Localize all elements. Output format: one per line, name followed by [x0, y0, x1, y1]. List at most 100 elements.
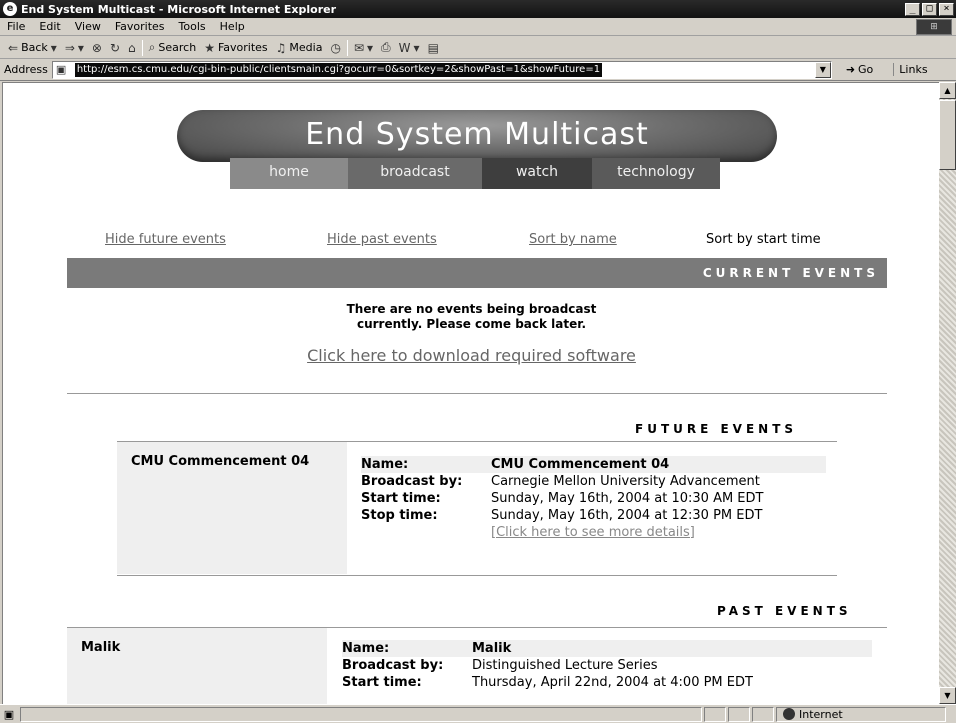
forward-button[interactable]: ⇒ ▾ [61, 41, 88, 55]
globe-icon [783, 708, 795, 720]
status-text-cell [20, 706, 702, 722]
back-label: Back [21, 41, 48, 54]
discuss-button[interactable]: ▤ [424, 41, 443, 55]
address-input[interactable]: ▣ http://esm.cs.cmu.edu/cgi-bin-public/c… [51, 60, 832, 79]
menu-view[interactable]: View [68, 20, 108, 33]
download-software-link: Click here to download required software [3, 346, 939, 365]
event-title: Malik [67, 628, 327, 704]
status-cell [752, 706, 774, 722]
media-button[interactable]: ♫ Media [272, 41, 327, 55]
event-more-row: [Click here to see more details] [361, 524, 826, 541]
stop-button[interactable]: ⊗ [88, 41, 106, 55]
scroll-up-button[interactable]: ▲ [939, 82, 956, 99]
go-label: Go [858, 63, 874, 76]
hide-future-link[interactable]: Hide future events [105, 232, 226, 247]
event-name-row: Name: CMU Commencement 04 [361, 456, 826, 473]
status-cell [728, 706, 750, 722]
dropdown-arrow-icon: ▾ [77, 40, 84, 55]
menu-favorites[interactable]: Favorites [108, 20, 172, 33]
event-name-row: Name: Malik [342, 640, 872, 657]
nav-home[interactable]: home [230, 158, 348, 189]
refresh-icon: ↻ [109, 40, 121, 55]
menu-tools[interactable]: Tools [172, 20, 213, 33]
event-stop-time: Sunday, May 16th, 2004 at 12:30 PM EDT [491, 508, 763, 523]
broadcast-by-label: Broadcast by: [361, 474, 463, 489]
close-button[interactable]: × [939, 2, 954, 16]
links-button[interactable]: Links [893, 63, 928, 76]
maximize-button[interactable]: □ [922, 2, 937, 16]
print-icon: ⎙ [381, 40, 391, 54]
event-start-time: Sunday, May 16th, 2004 at 10:30 AM EDT [491, 491, 764, 506]
event-title: CMU Commencement 04 [117, 442, 347, 574]
address-bar: Address ▣ http://esm.cs.cmu.edu/cgi-bin-… [0, 59, 956, 81]
edit-word-button[interactable]: W ▾ [395, 41, 424, 55]
address-label: Address [4, 63, 48, 76]
windows-logo-icon: ⊞ [916, 19, 952, 35]
event-start-row: Start time: Sunday, May 16th, 2004 at 10… [361, 490, 826, 507]
forward-arrow-icon: ⇒ [64, 40, 75, 55]
download-link-text[interactable]: Click here to download required software [307, 346, 636, 365]
scroll-thumb[interactable] [939, 100, 956, 170]
menu-file[interactable]: File [0, 20, 32, 33]
word-icon: W [398, 40, 411, 55]
back-arrow-icon: ⇐ [8, 40, 19, 55]
nav-broadcast[interactable]: broadcast [348, 158, 482, 189]
event-broadcaster: Distinguished Lecture Series [472, 658, 658, 673]
history-icon: ◷ [330, 40, 341, 55]
toolbar-separator [346, 39, 348, 56]
zone-label: Internet [799, 707, 843, 721]
no-events-message: There are no events being broadcast curr… [3, 302, 939, 332]
event-start-time: Thursday, April 22nd, 2004 at 4:00 PM ED… [472, 675, 753, 690]
name-label: Name: [342, 641, 390, 656]
menu-help[interactable]: Help [213, 20, 252, 33]
favorites-button[interactable]: ★ Favorites [200, 41, 271, 55]
future-events-header: FUTURE EVENTS [635, 422, 798, 436]
minimize-button[interactable]: _ [905, 2, 920, 16]
sort-by-name-link[interactable]: Sort by name [529, 232, 617, 247]
site-nav: home broadcast watch technology [230, 158, 720, 189]
broadcast-by-label: Broadcast by: [342, 658, 444, 673]
home-icon: ⌂ [128, 40, 136, 55]
status-cell [704, 706, 726, 722]
print-button[interactable]: ⎙ [377, 40, 395, 55]
window-title: End System Multicast - Microsoft Interne… [21, 2, 337, 16]
start-time-label: Start time: [342, 675, 422, 690]
site-banner: End System Multicast [177, 110, 777, 162]
scroll-down-button[interactable]: ▼ [939, 687, 956, 704]
divider [67, 393, 887, 394]
go-button[interactable]: ➜ Go [846, 63, 873, 76]
event-details: Name: Malik Broadcast by: Distinguished … [342, 640, 872, 691]
mail-button[interactable]: ✉ ▾ [350, 41, 377, 55]
search-button[interactable]: ⌕ Search [145, 40, 201, 55]
search-label: Search [158, 41, 197, 54]
event-broadcaster-row: Broadcast by: Carnegie Mellon University… [361, 473, 826, 490]
page-status-icon: ▣ [3, 707, 15, 721]
refresh-button[interactable]: ↻ [106, 41, 124, 55]
mail-icon: ✉ [353, 40, 365, 55]
hide-past-link[interactable]: Hide past events [327, 232, 437, 247]
home-button[interactable]: ⌂ [124, 41, 140, 55]
event-details: Name: CMU Commencement 04 Broadcast by: … [361, 456, 826, 541]
nav-technology[interactable]: technology [592, 158, 720, 189]
more-details-link[interactable]: [Click here to see more details] [491, 524, 695, 541]
address-dropdown-button[interactable]: ▼ [814, 61, 831, 78]
stop-icon: ⊗ [91, 40, 102, 55]
event-broadcaster: Carnegie Mellon University Advancement [491, 474, 760, 489]
ie-logo-icon: e [3, 2, 17, 16]
media-icon: ♫ [275, 40, 287, 55]
stop-time-label: Stop time: [361, 508, 438, 523]
divider [117, 575, 837, 576]
discuss-icon: ▤ [427, 40, 439, 55]
current-events-header: CURRENT EVENTS [67, 258, 887, 288]
status-bar: ▣ Internet [0, 704, 956, 723]
page-viewport: End System Multicast home broadcast watc… [2, 82, 939, 704]
go-arrow-icon: ➜ [845, 63, 856, 76]
vertical-scrollbar[interactable]: ▲ ▼ [939, 82, 956, 704]
history-button[interactable]: ◷ [326, 41, 344, 55]
address-url[interactable]: http://esm.cs.cmu.edu/cgi-bin-public/cli… [74, 62, 603, 77]
nav-watch[interactable]: watch [482, 158, 592, 189]
menu-edit[interactable]: Edit [32, 20, 67, 33]
page-icon: ▣ [55, 62, 67, 76]
back-button[interactable]: ⇐ Back ▾ [4, 41, 61, 55]
media-label: Media [289, 41, 323, 54]
